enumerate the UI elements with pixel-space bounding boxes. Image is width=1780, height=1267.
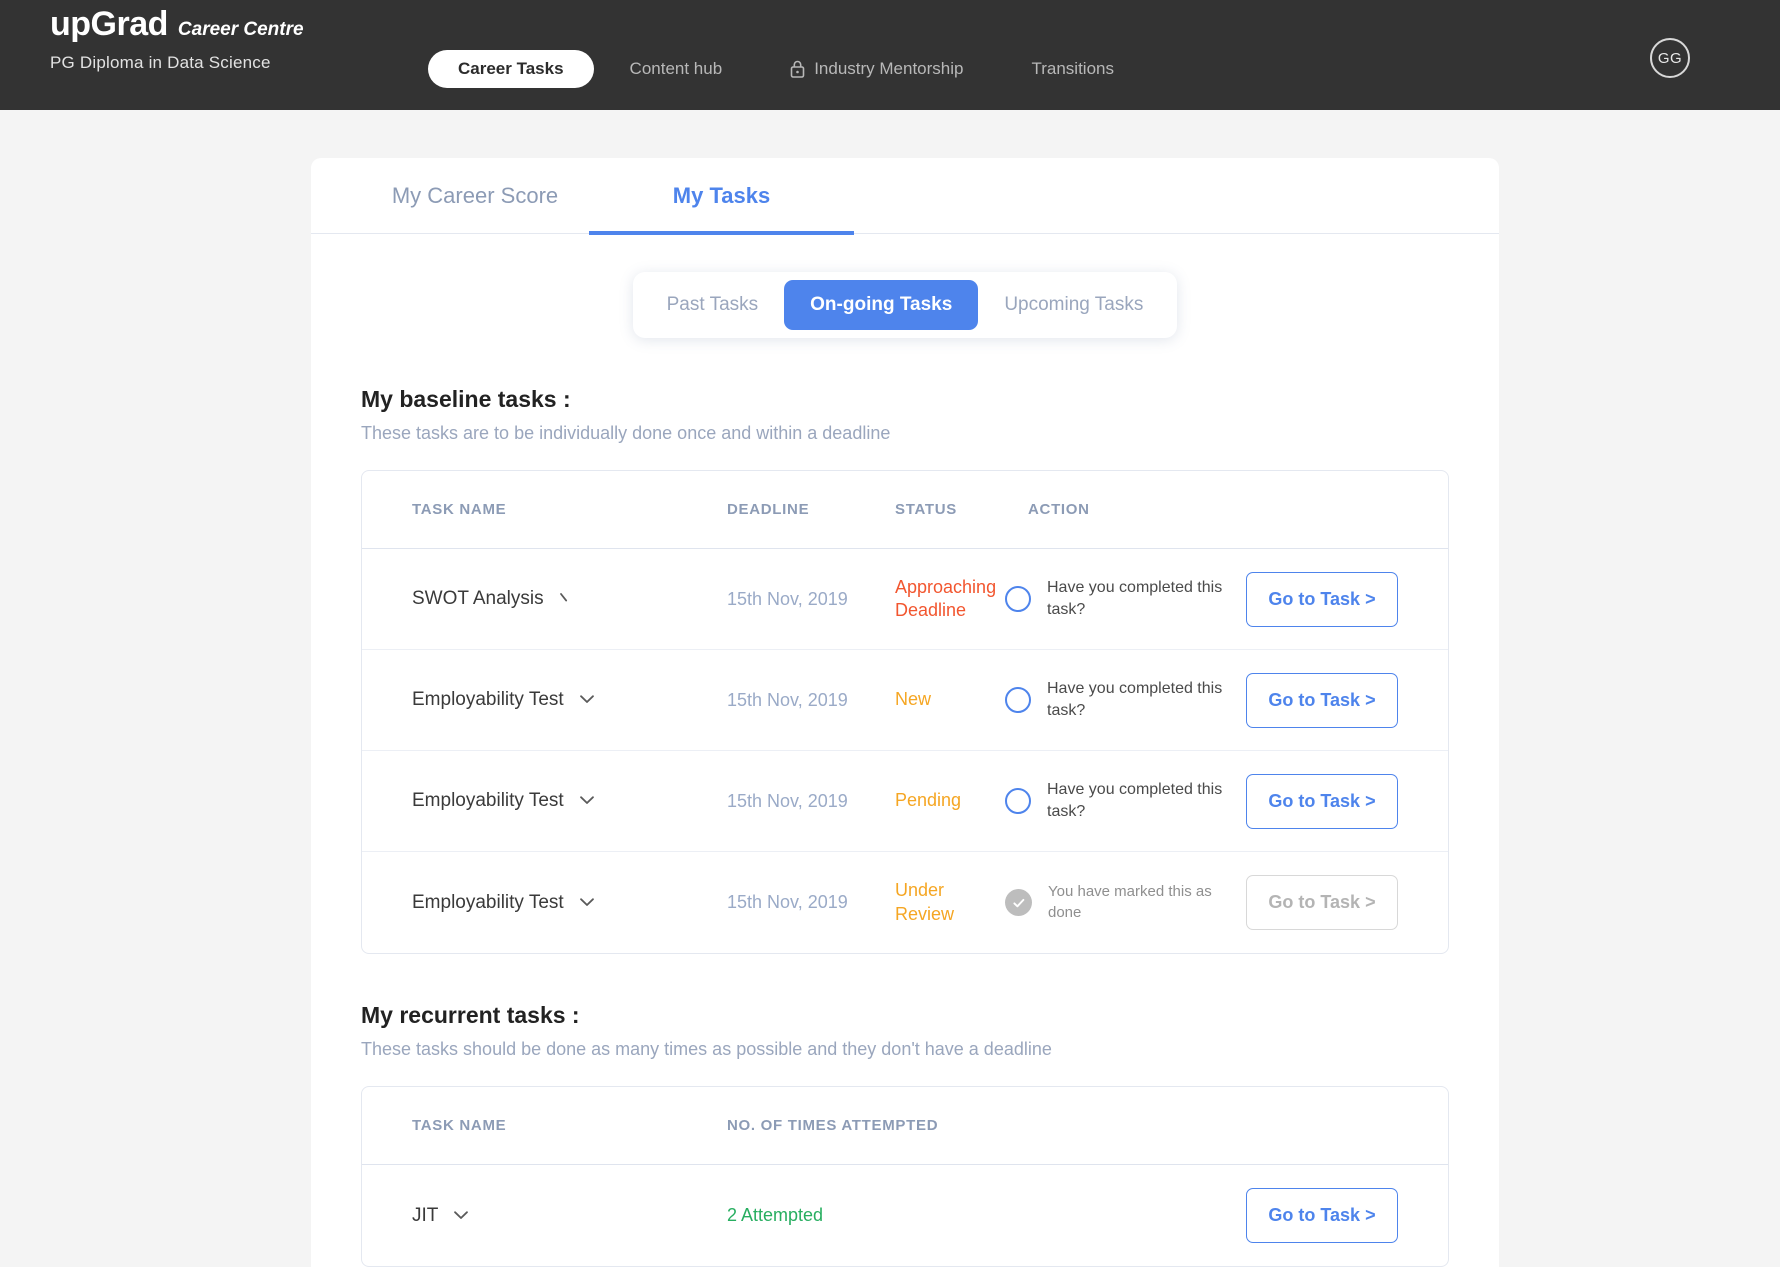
cell-deadline: 15th Nov, 2019 (727, 892, 848, 912)
column-header-task-name: TASK NAME (412, 501, 507, 518)
cell-action: Have you completed this task? Go to Task… (1005, 773, 1448, 829)
baseline-section-subtitle: These tasks are to be individually done … (361, 423, 891, 443)
top-navigation-bar: upGrad Career Centre PG Diploma in Data … (0, 0, 1780, 110)
task-name-label: JIT (412, 1204, 439, 1226)
task-name-label: Employability Test (412, 891, 564, 913)
nav-label-content-hub: Content hub (629, 59, 723, 78)
cell-deadline: 15th Nov, 2019 (727, 689, 848, 710)
column-header-status: STATUS (895, 501, 957, 518)
go-to-task-button: Go to Task > (1246, 875, 1398, 930)
recurrent-section-title: My recurrent tasks : (361, 1002, 580, 1028)
tab-my-career-score[interactable]: My Career Score (361, 158, 589, 234)
nav-label-career-tasks: Career Tasks (458, 59, 564, 78)
cell-attempted: 2 Attempted (727, 1205, 1246, 1226)
chevron-down-icon[interactable] (578, 892, 596, 914)
table-row: Employability Test 15th Nov, 2019 Pendin… (362, 751, 1448, 852)
tab-label-my-tasks: My Tasks (672, 182, 771, 208)
cell-action: Have you completed this task? Go to Task… (1005, 672, 1448, 728)
chevron-down-icon[interactable] (578, 790, 596, 812)
task-name-label: SWOT Analysis (412, 588, 544, 609)
course-name: PG Diploma in Data Science (50, 53, 271, 73)
baseline-section-title: My baseline tasks : (361, 386, 571, 412)
nav-label-transitions: Transitions (1031, 59, 1114, 78)
baseline-tasks-section: My baseline tasks : These tasks are to b… (311, 386, 1499, 954)
recurrent-table-header: TASK NAME NO. OF TIMES ATTEMPTED (362, 1087, 1448, 1165)
main-content-card: My Career Score My Tasks Past Tasks On-g… (311, 158, 1499, 1267)
nav-item-content-hub[interactable]: Content hub (630, 59, 723, 79)
tab-label-my-career-score: My Career Score (391, 182, 559, 208)
task-filter-wrapper: Past Tasks On-going Tasks Upcoming Tasks (311, 272, 1499, 338)
cell-deadline: 15th Nov, 2019 (727, 588, 848, 609)
recurrent-tasks-section: My recurrent tasks : These tasks should … (311, 1002, 1499, 1267)
nav-item-career-tasks[interactable]: Career Tasks (428, 50, 594, 88)
primary-nav: Career Tasks Content hub Industry Mentor… (428, 50, 1114, 88)
table-row: Employability Test 15th Nov, 2019 Under … (362, 852, 1448, 953)
cell-status: Pending (895, 790, 962, 811)
column-header-task-name: TASK NAME (412, 1117, 507, 1134)
chevron-partial-icon[interactable] (558, 588, 576, 610)
completion-prompt: Have you completed this task? (1047, 578, 1223, 618)
filter-ongoing-tasks[interactable]: On-going Tasks (784, 280, 979, 330)
attempted-count: 2 Attempted (727, 1205, 824, 1225)
go-to-task-button[interactable]: Go to Task > (1246, 672, 1398, 728)
cell-status: New (895, 689, 932, 710)
task-name-label: Employability Test (412, 790, 564, 811)
baseline-table-header: TASK NAME DEADLINE STATUS ACTION (362, 471, 1448, 549)
table-row: JIT 2 Attempted Go to Task > (362, 1165, 1448, 1266)
completion-radio[interactable] (1005, 788, 1031, 814)
table-row: SWOT Analysis 15th Nov, 2019 Approaching… (362, 549, 1448, 650)
chevron-down-icon[interactable] (452, 1205, 470, 1227)
go-to-task-button[interactable]: Go to Task > (1246, 1188, 1398, 1243)
completion-radio[interactable] (1005, 586, 1031, 612)
table-row: Employability Test 15th Nov, 2019 New Ha… (362, 650, 1448, 751)
lock-icon (790, 60, 805, 78)
column-header-attempted: NO. OF TIMES ATTEMPTED (727, 1117, 939, 1134)
cell-task-name[interactable]: Employability Test (412, 892, 727, 914)
filter-upcoming-tasks[interactable]: Upcoming Tasks (978, 280, 1169, 330)
check-circle-icon (1005, 889, 1032, 916)
brand-logo-text: upGrad (50, 5, 168, 43)
task-name-label: Employability Test (412, 689, 564, 710)
cell-task-name[interactable]: Employability Test (412, 689, 727, 711)
go-to-task-button[interactable]: Go to Task > (1246, 571, 1398, 627)
brand-subtitle: Career Centre (177, 19, 304, 40)
baseline-tasks-table: TASK NAME DEADLINE STATUS ACTION SWOT An… (361, 470, 1449, 954)
cell-task-name[interactable]: Employability Test (412, 790, 727, 812)
column-header-deadline: DEADLINE (727, 501, 810, 518)
cell-task-name[interactable]: JIT (412, 1205, 727, 1227)
cell-status: Approaching Deadline (895, 576, 997, 620)
go-to-task-button[interactable]: Go to Task > (1246, 773, 1398, 829)
cell-deadline: 15th Nov, 2019 (727, 790, 848, 811)
chevron-down-icon[interactable] (578, 689, 596, 711)
column-header-action: ACTION (1028, 501, 1090, 518)
completion-prompt: Have you completed this task? (1047, 780, 1223, 820)
nav-item-industry-mentorship[interactable]: Industry Mentorship (790, 59, 963, 79)
filter-label-upcoming: Upcoming Tasks (1004, 294, 1144, 315)
filter-label-past: Past Tasks (666, 294, 759, 315)
cell-status: Under Review (895, 880, 955, 924)
nav-item-transitions[interactable]: Transitions (1031, 59, 1114, 79)
cell-action: Have you completed this task? Go to Task… (1005, 571, 1448, 627)
cell-task-name[interactable]: SWOT Analysis (412, 588, 727, 610)
filter-past-tasks[interactable]: Past Tasks (641, 280, 785, 330)
tab-my-tasks[interactable]: My Tasks (589, 158, 854, 235)
avatar[interactable]: GG (1650, 38, 1690, 78)
recurrent-tasks-table: TASK NAME NO. OF TIMES ATTEMPTED JIT 2 A… (361, 1086, 1449, 1267)
tab-bar: My Career Score My Tasks (311, 158, 1499, 235)
task-filter-segmented-control: Past Tasks On-going Tasks Upcoming Tasks (632, 272, 1178, 338)
brand-block: upGrad Career Centre PG Diploma in Data … (50, 5, 304, 73)
nav-label-industry-mentorship: Industry Mentorship (814, 59, 964, 78)
avatar-initials: GG (1657, 49, 1683, 67)
completion-prompt: Have you completed this task? (1047, 679, 1223, 719)
cell-action: You have marked this as done Go to Task … (1005, 875, 1448, 930)
completion-prompt: You have marked this as done (1048, 882, 1212, 921)
filter-label-ongoing: On-going Tasks (810, 294, 953, 315)
completion-radio[interactable] (1005, 687, 1031, 713)
recurrent-section-subtitle: These tasks should be done as many times… (361, 1039, 1052, 1059)
